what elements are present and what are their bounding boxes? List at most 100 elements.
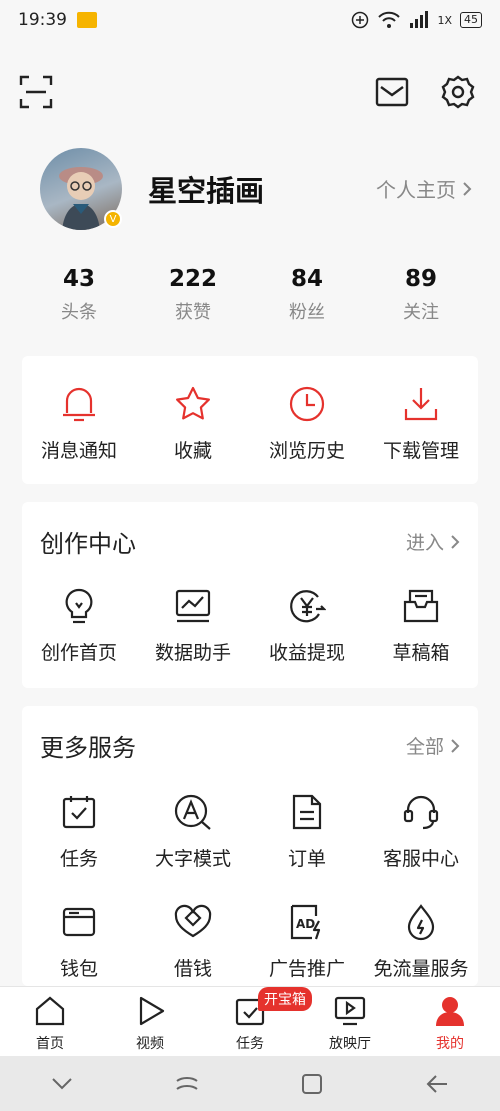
screen-icon <box>334 996 366 1026</box>
bell-icon <box>59 384 99 424</box>
task-icon <box>59 792 99 832</box>
download-icon <box>401 384 441 424</box>
wifi-icon <box>378 11 401 28</box>
service-large-font-item[interactable]: 大字模式 <box>136 792 250 871</box>
creation-center-enter-link[interactable]: 进入 <box>406 528 460 555</box>
verified-badge-icon: V <box>104 210 122 228</box>
recent-apps-icon[interactable] <box>174 1073 200 1095</box>
service-ad-promotion-item[interactable]: AD 广告推广 <box>250 902 364 981</box>
enter-label: 进入 <box>405 532 444 554</box>
tab-home[interactable]: 首页 <box>0 987 100 1056</box>
creation-item-label: 草稿箱 <box>392 642 450 664</box>
quick-action-history[interactable]: 浏览历史 <box>250 384 364 463</box>
headset-icon <box>401 792 441 832</box>
status-bar: 19:39 1X 45 <box>0 0 500 40</box>
stat-value: 43 <box>62 266 95 292</box>
service-item-label: 订单 <box>287 848 326 870</box>
chart-icon <box>173 586 213 626</box>
creation-center-card: 创作中心 进入 创作首页 数据助手 收益提现 草稿箱 <box>22 502 478 688</box>
home-icon <box>35 996 65 1026</box>
stat-label: 获赞 <box>175 302 211 323</box>
back-arrow-icon[interactable] <box>424 1073 450 1095</box>
stat-likes[interactable]: 222 获赞 <box>136 266 250 330</box>
data-saver-icon <box>352 11 369 29</box>
quick-action-downloads[interactable]: 下载管理 <box>364 384 478 463</box>
username: 星空插画 <box>148 174 265 208</box>
chevron-down-icon[interactable] <box>50 1076 74 1092</box>
tab-video[interactable]: 视频 <box>100 987 200 1056</box>
folder-icon <box>77 12 97 28</box>
service-item-label: 任务 <box>59 848 98 870</box>
wallet-icon <box>59 902 99 942</box>
creation-item-label: 收益提现 <box>268 642 345 664</box>
svg-text:AD: AD <box>296 917 315 931</box>
creation-home-item[interactable]: 创作首页 <box>22 586 136 665</box>
person-icon <box>436 997 464 1026</box>
chevron-right-icon <box>463 181 472 196</box>
tab-task[interactable]: 任务 开宝箱 <box>200 987 312 1056</box>
quick-action-favorites[interactable]: 收藏 <box>136 384 250 463</box>
service-order-item[interactable]: 订单 <box>250 792 364 871</box>
large-font-icon <box>173 792 213 832</box>
stat-value: 84 <box>290 266 323 292</box>
tab-label: 任务 <box>236 1036 264 1052</box>
quick-actions-card: 消息通知 收藏 浏览历史 下载管理 <box>22 356 478 484</box>
signal-icon <box>410 11 429 28</box>
loan-icon <box>173 902 213 942</box>
star-icon <box>173 384 213 424</box>
service-item-label: 客服中心 <box>382 848 459 870</box>
play-icon <box>139 996 165 1026</box>
service-task-item[interactable]: 任务 <box>22 792 136 871</box>
stat-posts[interactable]: 43 头条 <box>22 266 136 330</box>
profile-header: V 星空插画 个人主页 <box>40 148 480 232</box>
creation-item-label: 创作首页 <box>40 642 117 664</box>
earnings-withdraw-item[interactable]: 收益提现 <box>250 586 364 665</box>
battery-indicator: 45 <box>460 12 482 28</box>
stats-row: 43 头条 222 获赞 84 粉丝 89 关注 <box>22 266 478 330</box>
signal-text: 1X <box>437 13 452 27</box>
tab-label: 我的 <box>436 1036 464 1052</box>
service-item-label: 免流量服务 <box>373 958 469 980</box>
scan-icon[interactable] <box>18 74 54 110</box>
more-services-all-link[interactable]: 全部 <box>406 732 460 759</box>
stat-followers[interactable]: 84 粉丝 <box>250 266 364 330</box>
service-loan-item[interactable]: 借钱 <box>136 902 250 981</box>
homepage-label: 个人主页 <box>376 178 456 202</box>
drafts-item[interactable]: 草稿箱 <box>364 586 478 665</box>
chevron-right-icon <box>451 534 460 549</box>
service-customer-center-item[interactable]: 客服中心 <box>364 792 478 871</box>
all-label: 全部 <box>405 736 444 758</box>
homepage-link[interactable]: 个人主页 <box>376 174 472 203</box>
quick-action-label: 下载管理 <box>382 440 459 462</box>
tab-mine[interactable]: 我的 <box>400 987 500 1056</box>
home-square-icon[interactable] <box>300 1072 324 1096</box>
data-assistant-item[interactable]: 数据助手 <box>136 586 250 665</box>
top-toolbar <box>0 70 500 114</box>
tab-screening-room[interactable]: 放映厅 <box>300 987 400 1056</box>
quick-action-notifications[interactable]: 消息通知 <box>22 384 136 463</box>
tab-label: 首页 <box>36 1036 64 1052</box>
service-item-label: 广告推广 <box>268 958 345 980</box>
tab-label: 放映厅 <box>329 1036 371 1052</box>
settings-gear-icon[interactable] <box>440 74 476 110</box>
stat-following[interactable]: 89 关注 <box>364 266 478 330</box>
more-services-card: 更多服务 全部 任务 大字模式 订单 客服中心 钱包 借钱 AD 广告推广 免流… <box>22 706 478 986</box>
stat-label: 粉丝 <box>289 302 325 323</box>
yen-icon <box>287 586 327 626</box>
quick-action-label: 收藏 <box>173 440 212 462</box>
stat-label: 头条 <box>61 302 97 323</box>
quick-action-label: 浏览历史 <box>268 440 345 462</box>
service-data-free-item[interactable]: 免流量服务 <box>364 902 478 981</box>
ad-icon: AD <box>287 902 327 942</box>
bottom-tab-bar: 首页 视频 任务 开宝箱 放映厅 我的 <box>0 986 500 1056</box>
status-time: 19:39 <box>18 10 67 30</box>
system-nav-bar <box>0 1056 500 1111</box>
stat-label: 关注 <box>403 302 439 323</box>
lightbulb-icon <box>59 586 99 626</box>
chevron-right-icon <box>451 738 460 753</box>
mail-icon[interactable] <box>374 74 410 110</box>
stat-value: 222 <box>168 266 217 292</box>
data-free-icon <box>401 902 441 942</box>
service-item-label: 大字模式 <box>154 848 231 870</box>
service-wallet-item[interactable]: 钱包 <box>22 902 136 981</box>
